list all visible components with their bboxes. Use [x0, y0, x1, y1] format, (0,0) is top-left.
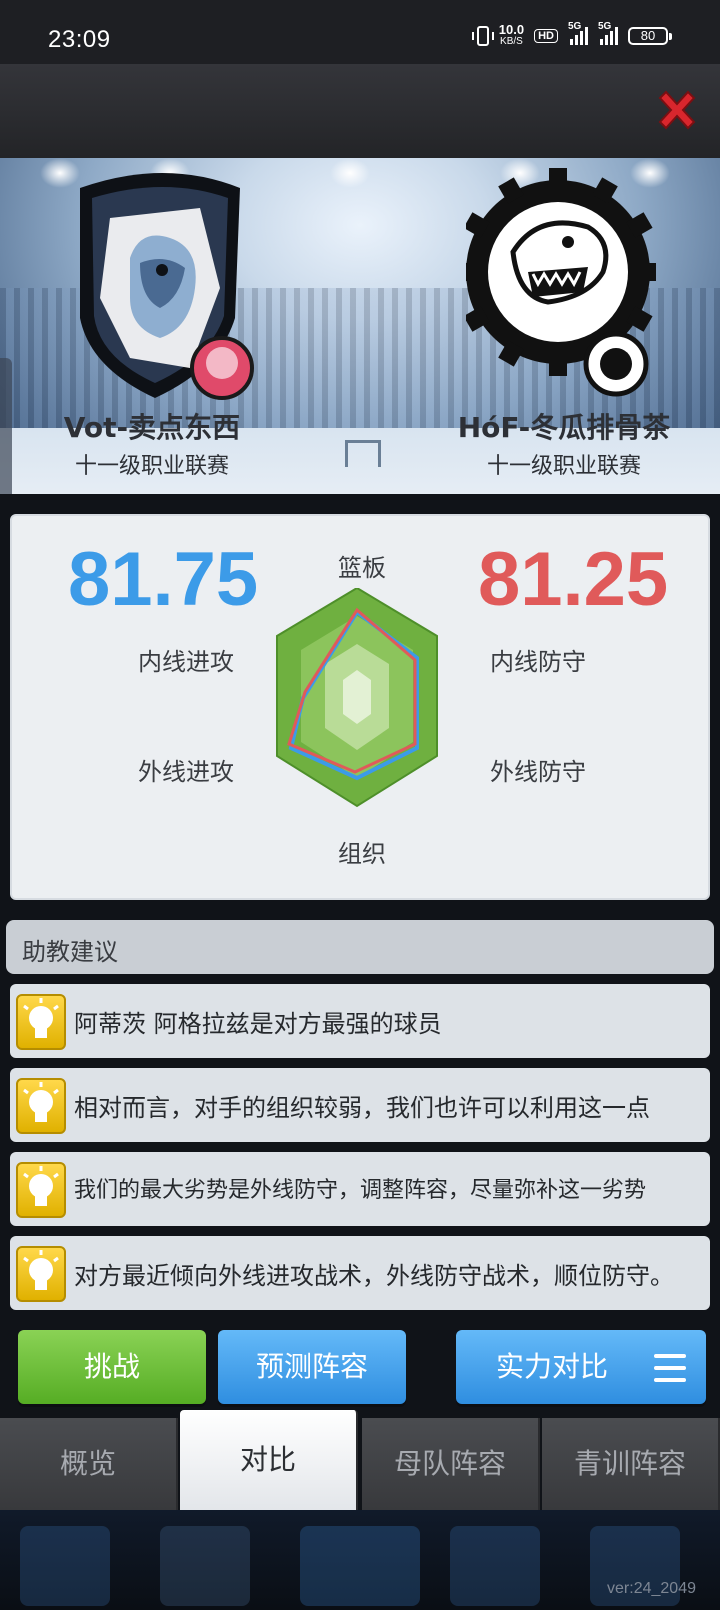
nav-ghost-icon [300, 1526, 420, 1606]
lightbulb-icon [16, 994, 66, 1050]
status-icons: 10.0 KB/S HD 5G 5G 80 [471, 21, 672, 48]
home-team-logo[interactable] [70, 168, 260, 408]
away-team-logo[interactable] [466, 166, 656, 406]
tab-bar: 概览 对比 母队阵容 青训阵容 [0, 1410, 720, 1510]
nav-ghost-icon [160, 1526, 250, 1606]
lightbulb-icon [16, 1162, 66, 1218]
close-icon[interactable] [652, 86, 702, 136]
challenge-button[interactable]: 挑战 [18, 1330, 206, 1404]
away-team-league: 十一级职业联赛 [486, 454, 641, 479]
advice-item: 相对而言，对手的组织较弱，我们也许可以利用这一点 [10, 1068, 710, 1142]
home-score: 81.75 [68, 537, 259, 622]
radar-ring-inner [343, 670, 371, 724]
lightbulb-icon [16, 1078, 66, 1134]
advice-header: 助教建议 [6, 920, 714, 974]
vibrate-icon [471, 26, 494, 46]
menu-icon [654, 1354, 686, 1382]
advice-title: 助教建议 [22, 938, 118, 966]
away-score: 81.25 [478, 537, 669, 622]
hd-icon: HD [534, 29, 558, 43]
predict-lineup-button[interactable]: 预测阵容 [218, 1330, 406, 1404]
signal-icon: 5G [568, 21, 588, 45]
nav-ghost-icon [450, 1526, 540, 1606]
network-speed-unit: KB/S [500, 36, 523, 47]
advice-text: 对方最近倾向外线进攻战术，外线防守战术，顺位防守。 [74, 1262, 674, 1290]
axis-label-top: 篮板 [338, 554, 386, 582]
radar-chart [276, 588, 438, 808]
version-label: ver:24_2049 [607, 1580, 696, 1597]
comparison-panel: 81.75 81.25 篮板 内线进攻 外线进攻 内线防守 外线防守 组织 [10, 514, 710, 900]
advice-item: 我们的最大劣势是外线防守，调整阵容，尽量弥补这一劣势 [10, 1152, 710, 1226]
advice-item: 对方最近倾向外线进攻战术，外线防守战术，顺位防守。 [10, 1236, 710, 1310]
signal-label: 5G [568, 21, 582, 32]
tab-overview[interactable]: 概览 [0, 1418, 178, 1510]
tab-youth-roster[interactable]: 青训阵容 [542, 1418, 720, 1510]
axis-label-lower-left: 外线进攻 [138, 758, 234, 786]
lightbulb-icon [16, 1246, 66, 1302]
tab-parent-roster[interactable]: 母队阵容 [362, 1418, 540, 1510]
strength-compare-button[interactable]: 实力对比 [456, 1330, 706, 1404]
tab-compare[interactable]: 对比 [180, 1410, 358, 1510]
top-bar [0, 64, 720, 161]
match-banner: Vot-卖点东西 十一级职业联赛 HóF-冬瓜排骨茶 十一级职业联赛 [0, 158, 720, 494]
advice-item: 阿蒂茨 阿格拉兹是对方最强的球员 [10, 984, 710, 1058]
hoop-icon [345, 440, 381, 467]
axis-label-bottom: 组织 [338, 840, 386, 868]
axis-label-upper-right: 内线防守 [490, 648, 586, 676]
home-team-name: Vot-卖点东西 [63, 411, 241, 444]
status-time: 23:09 [48, 26, 111, 53]
status-bar: 23:09 10.0 KB/S HD 5G 5G 80 [0, 0, 720, 64]
away-team-name: HóF-冬瓜排骨茶 [457, 411, 671, 444]
advice-text: 相对而言，对手的组织较弱，我们也许可以利用这一点 [74, 1094, 650, 1122]
nav-ghost-icon [20, 1526, 110, 1606]
bottom-nav-background: ver:24_2049 [0, 1510, 720, 1610]
signal-label: 5G [598, 21, 612, 32]
axis-label-lower-right: 外线防守 [490, 758, 586, 786]
axis-label-upper-left: 内线进攻 [138, 648, 234, 676]
strength-compare-label: 实力对比 [496, 1350, 609, 1383]
network-speed: 10.0 KB/S [498, 22, 525, 48]
battery-icon: 80 [628, 27, 672, 45]
home-team-league: 十一级职业联赛 [74, 454, 229, 479]
network-speed-value: 10.0 [498, 22, 525, 37]
signal-icon: 5G [598, 21, 618, 45]
advice-text: 我们的最大劣势是外线防守，调整阵容，尽量弥补这一劣势 [74, 1178, 647, 1203]
advice-text: 阿蒂茨 阿格拉兹是对方最强的球员 [74, 1010, 442, 1038]
